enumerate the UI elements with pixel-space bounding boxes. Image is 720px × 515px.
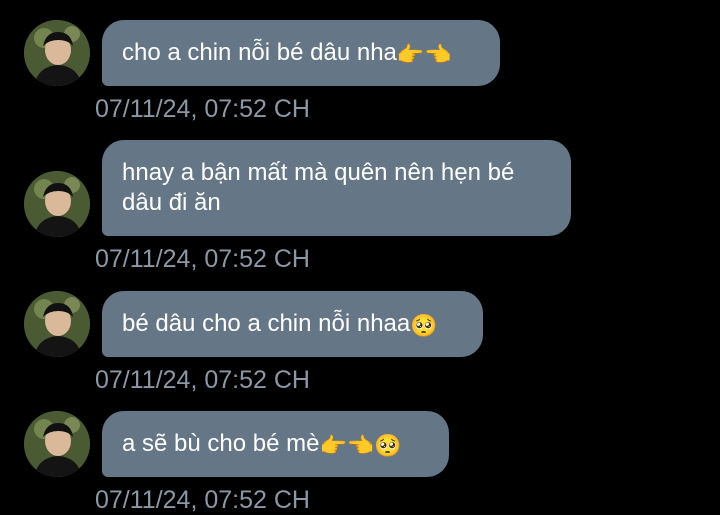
avatar-photo-icon — [24, 20, 90, 86]
message-timestamp: 07/11/24, 07:52 CH — [95, 95, 310, 123]
avatar-photo-icon — [24, 171, 90, 237]
message-bubble[interactable]: cho a chin nỗi bé dâu nha👉👈 — [102, 20, 500, 86]
chat-thread: cho a chin nỗi bé dâu nha👉👈 07/11/24, 07… — [0, 0, 720, 514]
message-bubble[interactable]: hnay a bận mất mà quên nên hẹn bé dâu đi… — [102, 140, 571, 236]
message-bubble[interactable]: a sẽ bù cho bé mè👉👈🥺 — [102, 411, 449, 477]
message-text: bé dâu cho a chin nỗi nhaa — [122, 310, 411, 337]
message-timestamp: 07/11/24, 07:52 CH — [95, 245, 310, 273]
message-timestamp: 07/11/24, 07:52 CH — [95, 486, 310, 514]
message-timestamp: 07/11/24, 07:52 CH — [95, 366, 310, 394]
message-text: cho a chin nỗi bé dâu nha — [122, 39, 397, 66]
avatar[interactable] — [24, 291, 90, 357]
avatar-photo-icon — [24, 291, 90, 357]
avatar-photo-icon — [24, 411, 90, 477]
avatar[interactable] — [24, 171, 90, 237]
message-text: hnay a bận mất mà quên nên hẹn bé dâu đi… — [122, 159, 515, 216]
emoji: 👉👈🥺 — [319, 434, 402, 459]
emoji: 👉👈 — [396, 43, 452, 68]
avatar[interactable] — [24, 411, 90, 477]
avatar[interactable] — [24, 20, 90, 86]
message-bubble[interactable]: bé dâu cho a chin nỗi nhaa🥺 — [102, 291, 483, 357]
message-text: a sẽ bù cho bé mè — [122, 430, 320, 457]
emoji: 🥺 — [410, 314, 438, 339]
